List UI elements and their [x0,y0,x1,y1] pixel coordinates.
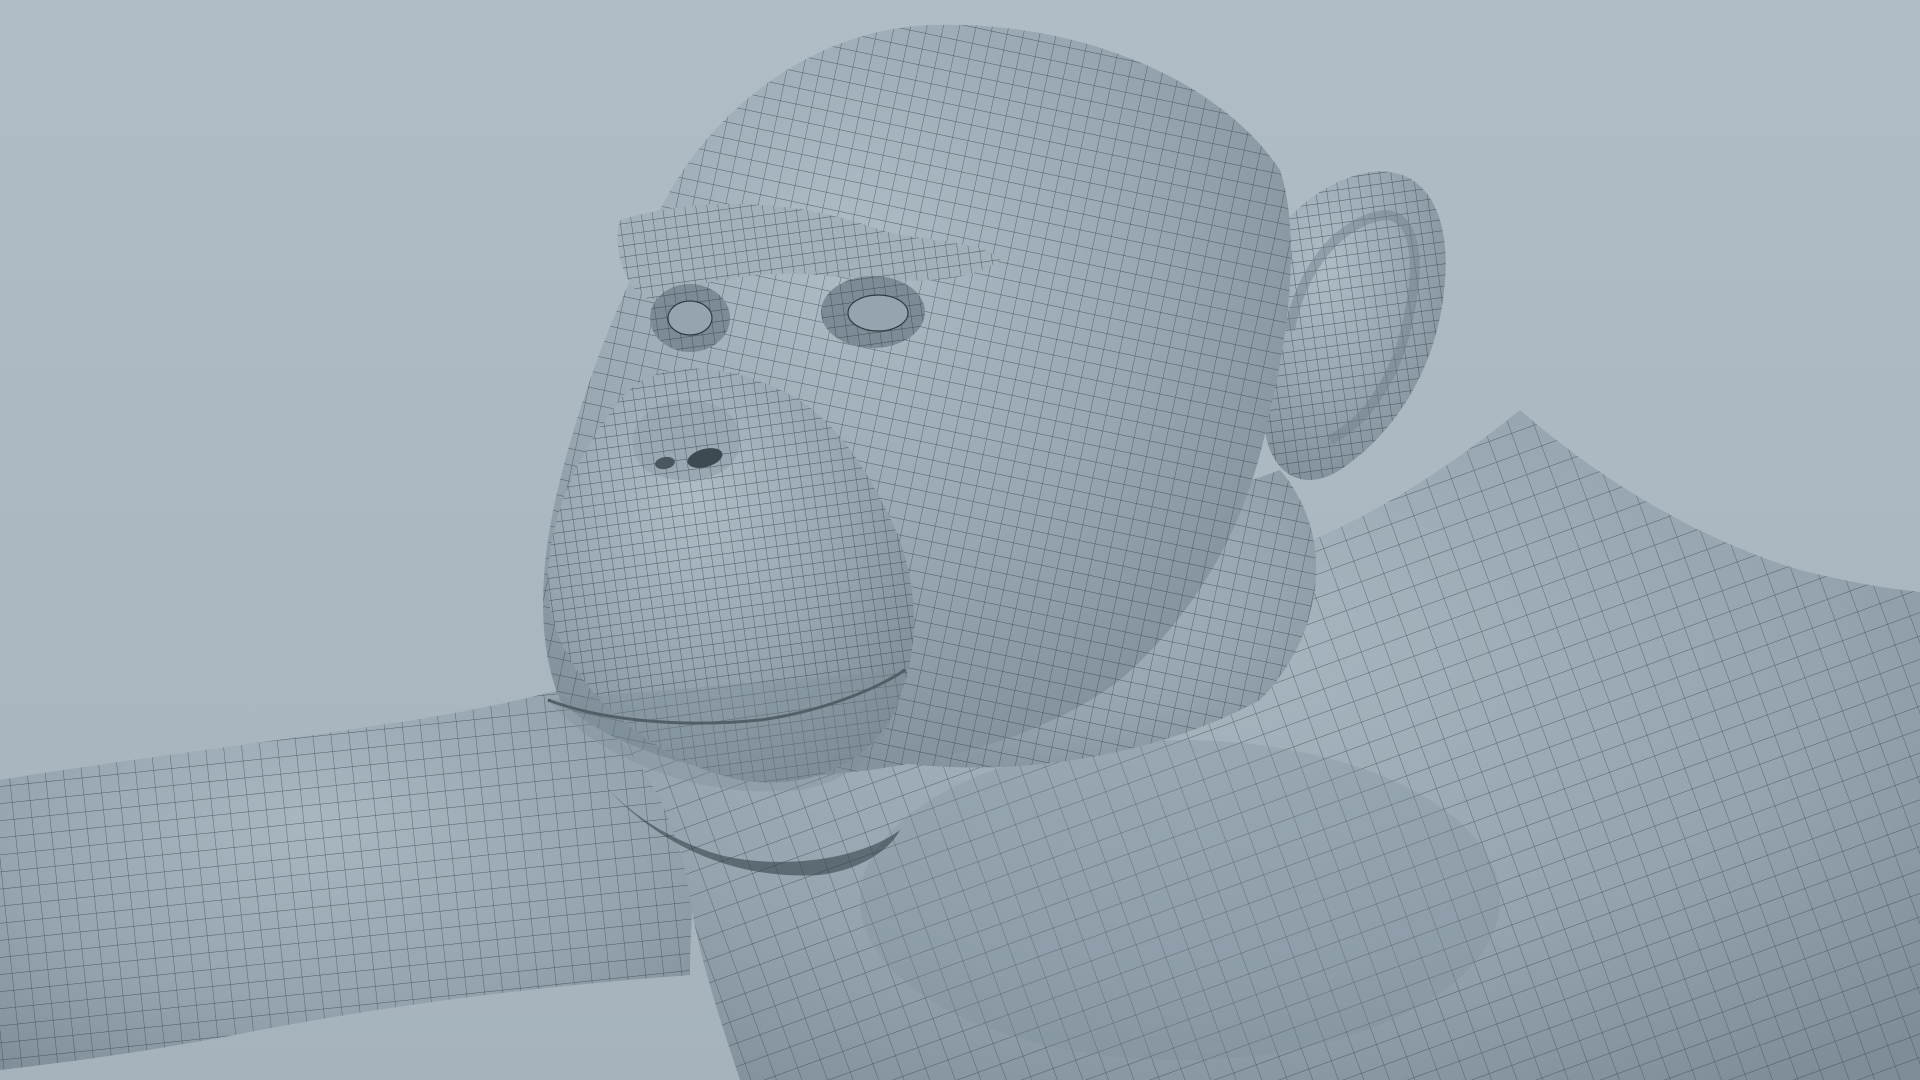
render-viewport [0,0,1920,1080]
chimpanzee-mesh-render [0,0,1920,1080]
nose [632,399,740,481]
